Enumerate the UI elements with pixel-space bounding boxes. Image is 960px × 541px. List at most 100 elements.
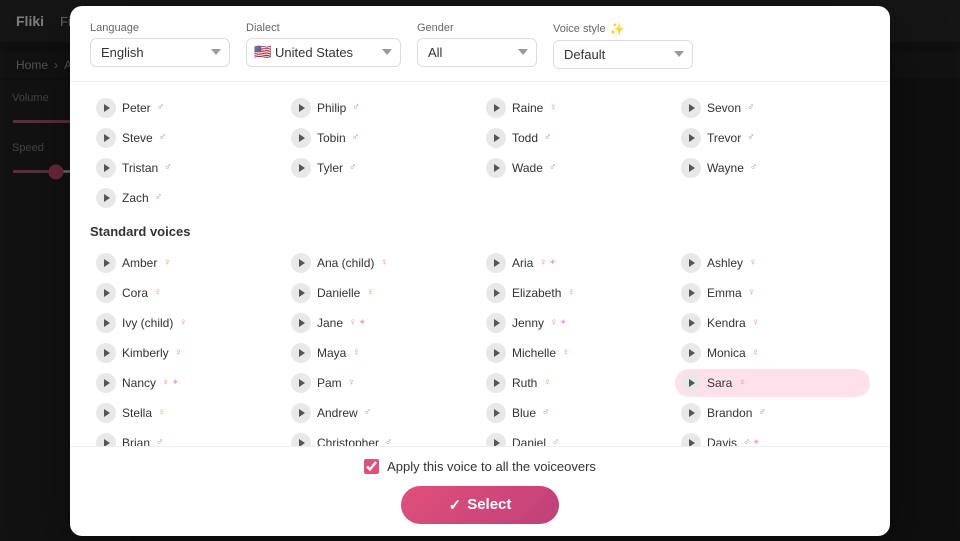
gender-label: Gender bbox=[417, 22, 537, 34]
play-icon bbox=[494, 289, 500, 297]
voice-item[interactable]: Wade♂ bbox=[480, 154, 675, 182]
voice-item[interactable]: Ivy (child)♀ bbox=[90, 309, 285, 337]
voice-item[interactable]: Kimberly♀ bbox=[90, 339, 285, 367]
voice-item[interactable]: Tristan♂ bbox=[90, 154, 285, 182]
play-voice-button[interactable] bbox=[681, 433, 701, 446]
play-voice-button[interactable] bbox=[486, 158, 506, 178]
play-voice-button[interactable] bbox=[291, 253, 311, 273]
play-voice-button[interactable] bbox=[681, 98, 701, 118]
voice-item[interactable]: Sevon♂ bbox=[675, 94, 870, 122]
play-voice-button[interactable] bbox=[96, 188, 116, 208]
play-voice-button[interactable] bbox=[681, 253, 701, 273]
gender-select[interactable]: All Male Female bbox=[417, 38, 537, 67]
voice-item[interactable]: Stella♀ bbox=[90, 399, 285, 427]
voice-item[interactable]: Danielle♀ bbox=[285, 279, 480, 307]
male-icon: ♂ bbox=[364, 407, 372, 418]
voice-item[interactable]: Ashley♀ bbox=[675, 249, 870, 277]
voice-item[interactable]: Wayne♂ bbox=[675, 154, 870, 182]
play-voice-button[interactable] bbox=[681, 313, 701, 333]
play-voice-button[interactable] bbox=[486, 98, 506, 118]
voice-item[interactable]: Blue♂ bbox=[480, 399, 675, 427]
play-voice-button[interactable] bbox=[291, 98, 311, 118]
play-voice-button[interactable] bbox=[96, 98, 116, 118]
play-voice-button[interactable] bbox=[96, 253, 116, 273]
play-voice-button[interactable] bbox=[681, 373, 701, 393]
play-voice-button[interactable] bbox=[96, 403, 116, 423]
voice-item[interactable]: Peter♂ bbox=[90, 94, 285, 122]
voice-item[interactable]: Aria♀✦ bbox=[480, 249, 675, 277]
play-voice-button[interactable] bbox=[96, 343, 116, 363]
play-voice-button[interactable] bbox=[291, 373, 311, 393]
voice-item[interactable]: Trevor♂ bbox=[675, 124, 870, 152]
voice-name: Danielle bbox=[317, 286, 360, 300]
voice-item[interactable]: Elizabeth♀ bbox=[480, 279, 675, 307]
voice-item[interactable]: Monica♀ bbox=[675, 339, 870, 367]
select-button[interactable]: ✓ Select bbox=[401, 486, 560, 524]
play-voice-button[interactable] bbox=[486, 403, 506, 423]
voice-item[interactable]: Raine♀ bbox=[480, 94, 675, 122]
play-voice-button[interactable] bbox=[96, 373, 116, 393]
voice-item[interactable]: Zach♂ bbox=[90, 184, 285, 212]
voice-item[interactable]: Brian♂ bbox=[90, 429, 285, 446]
play-voice-button[interactable] bbox=[486, 253, 506, 273]
dialect-label: Dialect bbox=[246, 22, 401, 34]
play-voice-button[interactable] bbox=[291, 128, 311, 148]
voice-item[interactable]: Maya♀ bbox=[285, 339, 480, 367]
language-select[interactable]: English bbox=[90, 38, 230, 67]
female-icon: ♀ bbox=[748, 287, 756, 298]
voice-item[interactable]: Michelle♀ bbox=[480, 339, 675, 367]
play-voice-button[interactable] bbox=[681, 283, 701, 303]
play-voice-button[interactable] bbox=[486, 343, 506, 363]
play-voice-button[interactable] bbox=[681, 403, 701, 423]
voice-style-select[interactable]: Default bbox=[553, 40, 693, 69]
play-voice-button[interactable] bbox=[681, 128, 701, 148]
play-icon bbox=[299, 439, 305, 446]
play-voice-button[interactable] bbox=[291, 343, 311, 363]
play-voice-button[interactable] bbox=[486, 433, 506, 446]
play-voice-button[interactable] bbox=[486, 283, 506, 303]
play-voice-button[interactable] bbox=[681, 158, 701, 178]
play-voice-button[interactable] bbox=[96, 283, 116, 303]
play-voice-button[interactable] bbox=[486, 313, 506, 333]
voice-item[interactable]: Cora♀ bbox=[90, 279, 285, 307]
play-voice-button[interactable] bbox=[681, 343, 701, 363]
voice-item[interactable]: Christopher♂ bbox=[285, 429, 480, 446]
voice-item[interactable]: Todd♂ bbox=[480, 124, 675, 152]
play-icon bbox=[104, 379, 110, 387]
voice-item[interactable]: Steve♂ bbox=[90, 124, 285, 152]
voice-item[interactable]: Emma♀ bbox=[675, 279, 870, 307]
voice-item[interactable]: Philip♂ bbox=[285, 94, 480, 122]
voice-item[interactable]: Amber♀ bbox=[90, 249, 285, 277]
play-voice-button[interactable] bbox=[96, 128, 116, 148]
play-voice-button[interactable] bbox=[291, 313, 311, 333]
play-voice-button[interactable] bbox=[96, 433, 116, 446]
voice-item[interactable]: Ruth♀ bbox=[480, 369, 675, 397]
voice-item[interactable]: Tyler♂ bbox=[285, 154, 480, 182]
voice-item[interactable]: Jane♀✦ bbox=[285, 309, 480, 337]
play-icon bbox=[689, 409, 695, 417]
play-voice-button[interactable] bbox=[291, 158, 311, 178]
voice-item[interactable]: Tobin♂ bbox=[285, 124, 480, 152]
play-voice-button[interactable] bbox=[96, 158, 116, 178]
voice-item[interactable]: Kendra♀ bbox=[675, 309, 870, 337]
voice-style-filter: Voice style ✨ Default bbox=[553, 22, 693, 69]
play-voice-button[interactable] bbox=[486, 128, 506, 148]
voice-icons: ♀ bbox=[749, 257, 757, 268]
voice-item[interactable]: Ana (child)♀ bbox=[285, 249, 480, 277]
voice-item[interactable]: Brandon♂ bbox=[675, 399, 870, 427]
play-voice-button[interactable] bbox=[291, 283, 311, 303]
play-voice-button[interactable] bbox=[96, 313, 116, 333]
voice-item[interactable]: Daniel♂ bbox=[480, 429, 675, 446]
apply-all-checkbox[interactable] bbox=[364, 459, 379, 474]
voice-item[interactable]: Davis♂✦ bbox=[675, 429, 870, 446]
play-voice-button[interactable] bbox=[291, 433, 311, 446]
voice-item[interactable]: Andrew♂ bbox=[285, 399, 480, 427]
voice-item[interactable]: Sara♀ bbox=[675, 369, 870, 397]
dialect-select[interactable]: United States bbox=[246, 38, 401, 67]
play-voice-button[interactable] bbox=[486, 373, 506, 393]
voice-item[interactable]: Nancy♀✦ bbox=[90, 369, 285, 397]
female-icon: ♀ bbox=[567, 287, 575, 298]
play-voice-button[interactable] bbox=[291, 403, 311, 423]
voice-item[interactable]: Jenny♀✦ bbox=[480, 309, 675, 337]
voice-item[interactable]: Pam♀ bbox=[285, 369, 480, 397]
